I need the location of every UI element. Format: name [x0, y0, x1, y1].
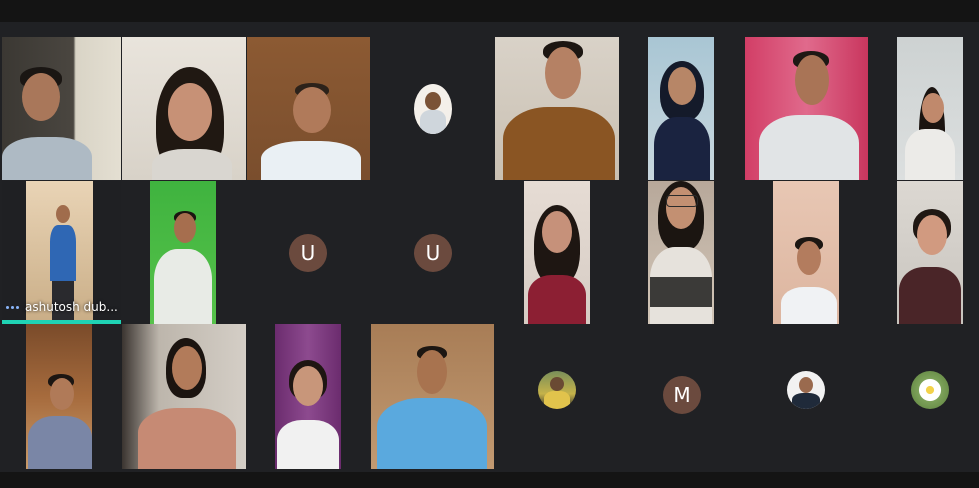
top-bar [0, 0, 979, 22]
participant-tile[interactable] [122, 324, 246, 469]
participant-tile-avatar[interactable] [868, 324, 978, 469]
participant-tile-avatar[interactable]: M [620, 324, 743, 469]
profile-photo-avatar [787, 371, 825, 409]
participant-tile[interactable] [26, 324, 92, 469]
participant-initial-avatar: U [414, 234, 452, 272]
participant-tile[interactable] [648, 181, 714, 324]
participant-tile[interactable] [648, 37, 714, 180]
participant-tile[interactable] [2, 37, 121, 180]
participant-tile[interactable] [495, 37, 619, 180]
participant-tile[interactable] [897, 37, 963, 180]
participant-initial-avatar: M [663, 376, 701, 414]
participant-name-label: ashutosh dub... [6, 300, 118, 314]
flower-avatar-icon [911, 371, 949, 409]
profile-photo-avatar [538, 371, 576, 409]
more-options-icon[interactable] [6, 305, 19, 309]
participant-tile-avatar[interactable]: U [247, 181, 370, 324]
participant-tile[interactable] [247, 37, 370, 180]
participant-tile[interactable] [773, 181, 839, 324]
participant-tile[interactable] [150, 181, 216, 324]
participant-tile[interactable] [122, 37, 246, 180]
participant-tile[interactable] [275, 324, 341, 469]
participant-tile-avatar[interactable]: U [371, 181, 494, 324]
bottom-bar [0, 472, 979, 488]
participant-name: ashutosh dub... [25, 300, 118, 314]
participant-tile-avatar[interactable] [744, 324, 867, 469]
profile-photo-avatar [414, 84, 452, 134]
video-grid: ashutosh dub... U U M [0, 0, 979, 488]
participant-tile[interactable] [371, 324, 494, 469]
participant-tile[interactable] [524, 181, 590, 324]
participant-tile[interactable] [745, 37, 868, 180]
participant-tile-pinned[interactable]: ashutosh dub... [2, 181, 121, 324]
participant-initial-avatar: U [289, 234, 327, 272]
participant-tile[interactable] [897, 181, 963, 324]
participant-tile-avatar[interactable] [371, 37, 494, 180]
participant-tile-avatar[interactable] [495, 324, 619, 469]
